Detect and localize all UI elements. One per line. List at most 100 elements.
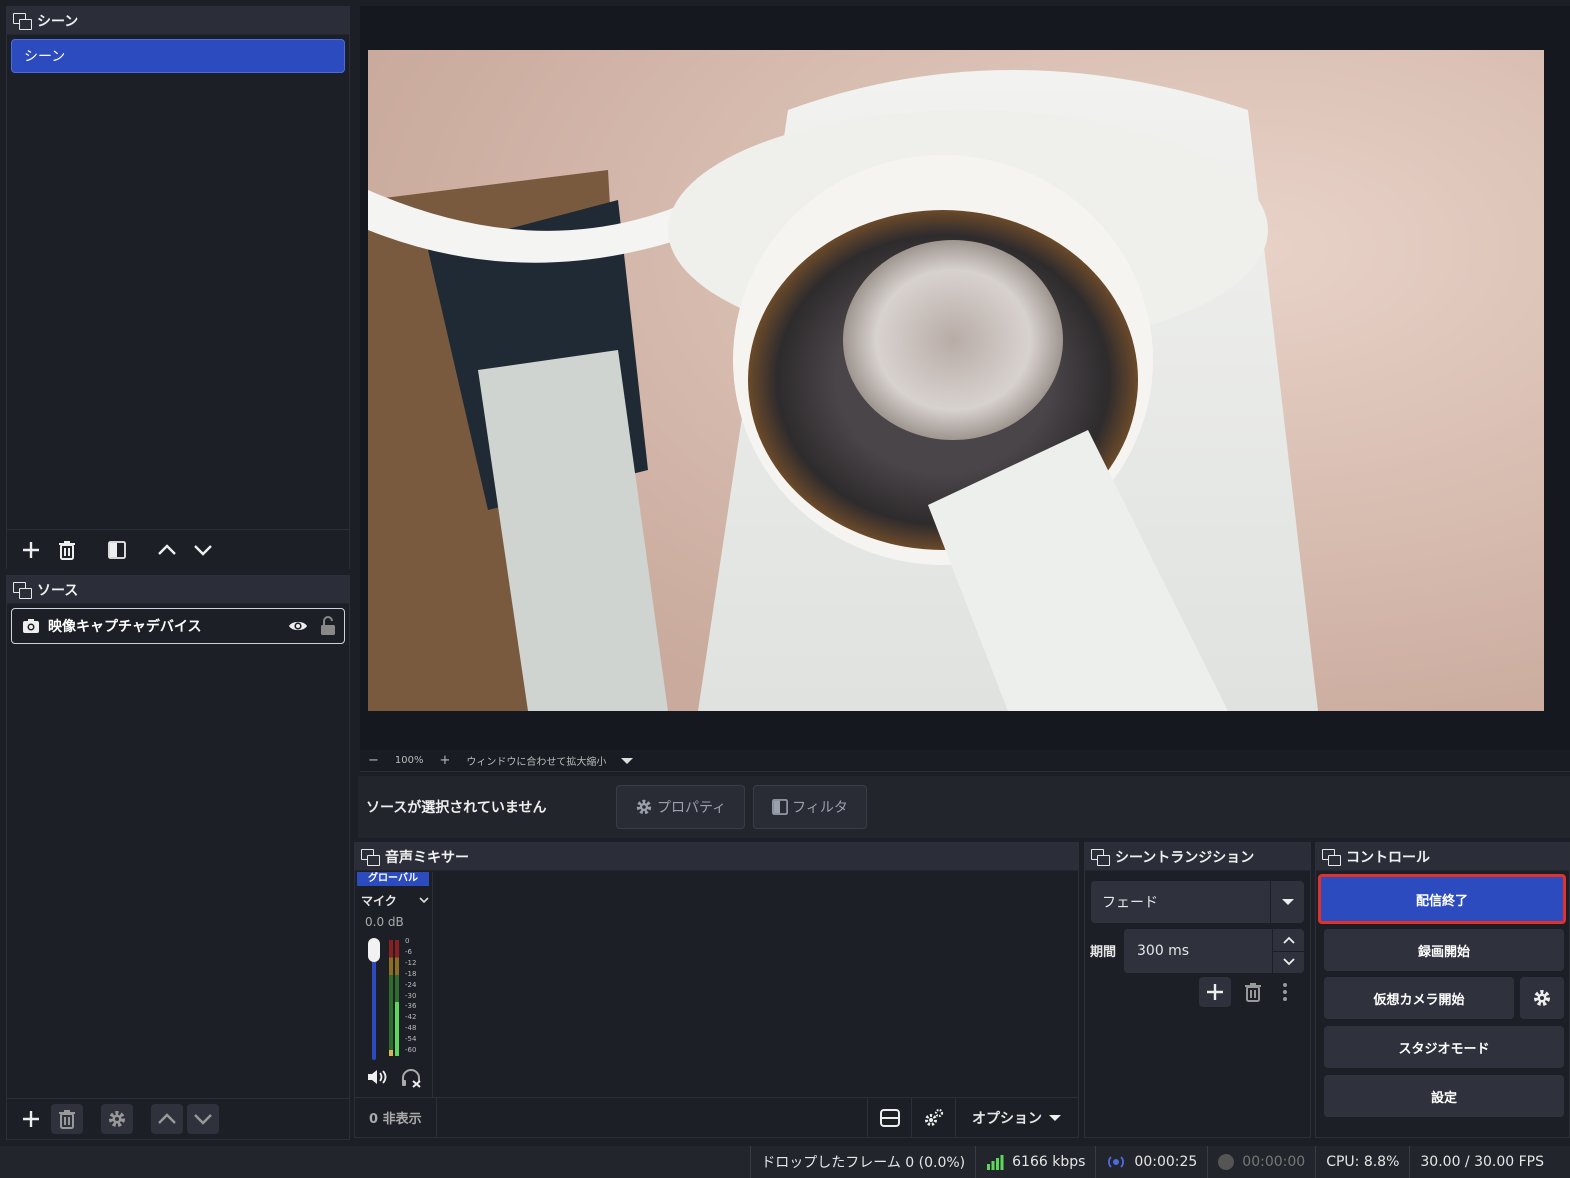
scale-tick: -12 — [405, 958, 417, 967]
add-scene-button[interactable] — [15, 535, 47, 565]
stream-time-status: 00:00:25 — [1095, 1146, 1207, 1178]
mixer-layout-button[interactable] — [867, 1097, 911, 1138]
mixer-options-button[interactable]: オプション — [955, 1097, 1078, 1138]
source-properties-button[interactable] — [101, 1103, 133, 1134]
filters-button[interactable]: フィルタ — [753, 785, 867, 829]
properties-button[interactable]: プロパティ — [616, 785, 746, 829]
filters-label: フィルタ — [792, 800, 848, 816]
scale-tick: -42 — [405, 1013, 417, 1022]
layout-icon — [879, 1108, 900, 1127]
headphones-muted-icon[interactable] — [401, 1068, 423, 1088]
scenes-panel: シーン シーン — [6, 6, 350, 569]
trash-icon — [1245, 983, 1261, 1002]
zoom-out-button[interactable]: − — [360, 753, 387, 768]
transition-selected: フェード — [1102, 895, 1158, 911]
duration-decrement[interactable] — [1273, 952, 1304, 974]
cpu-status: CPU: 8.8% — [1315, 1146, 1409, 1178]
remove-scene-button[interactable] — [51, 535, 83, 565]
properties-label: プロパティ — [657, 800, 727, 816]
dock-icon[interactable] — [1322, 848, 1341, 866]
sources-panel: ソース 映像キャプチャデバイス — [6, 575, 350, 1140]
preview-canvas[interactable] — [360, 6, 1570, 750]
signal-bars-icon — [987, 1155, 1004, 1170]
transition-title: シーントランジション — [1115, 849, 1255, 866]
speaker-icon[interactable] — [367, 1068, 389, 1086]
caret-down-icon — [1049, 1114, 1061, 1121]
plus-icon — [23, 541, 39, 558]
record-dot-icon — [1218, 1154, 1235, 1170]
zoom-in-button[interactable]: + — [432, 753, 459, 768]
lock-icon[interactable] — [320, 616, 336, 636]
eye-icon[interactable] — [288, 619, 308, 633]
virtual-camera-label: 仮想カメラ開始 — [1373, 992, 1465, 1008]
caret-down-icon — [1281, 899, 1294, 905]
filter-icon — [772, 799, 789, 815]
mixer-header: 音声ミキサー — [355, 843, 1078, 871]
sources-title: ソース — [37, 582, 79, 599]
chevron-down-icon — [194, 544, 212, 556]
move-source-down-button[interactable] — [187, 1103, 219, 1134]
plus-icon — [23, 1110, 39, 1127]
move-scene-up-button[interactable] — [151, 535, 183, 565]
transition-header: シーントランジション — [1085, 843, 1310, 871]
virtual-camera-settings-button[interactable] — [1520, 977, 1564, 1019]
transition-select[interactable]: フェード — [1091, 881, 1304, 923]
scene-item[interactable]: シーン — [11, 39, 345, 73]
studio-mode-button[interactable]: スタジオモード — [1324, 1026, 1564, 1068]
scale-tick: -60 — [405, 1046, 417, 1055]
volume-slider[interactable] — [368, 938, 380, 1060]
transition-menu-button[interactable] — [1275, 977, 1295, 1007]
chevron-up-icon — [158, 1112, 176, 1124]
record-time-text: 00:00:00 — [1242, 1154, 1306, 1170]
more-vertical-icon — [1283, 983, 1287, 1001]
start-recording-label: 録画開始 — [1417, 944, 1470, 960]
scale-tick: -24 — [405, 980, 417, 989]
duration-increment[interactable] — [1273, 929, 1304, 952]
scene-filters-button[interactable] — [101, 535, 133, 565]
scale-tick: 0 — [405, 937, 410, 945]
zoom-level: 100% — [394, 755, 424, 766]
remove-transition-button[interactable] — [1237, 977, 1269, 1007]
settings-button[interactable]: 設定 — [1324, 1075, 1564, 1117]
video-preview-image — [368, 50, 1544, 711]
cpu-text: CPU: 8.8% — [1326, 1154, 1400, 1170]
move-source-up-button[interactable] — [151, 1103, 183, 1134]
duration-spinbox[interactable]: 300 ms — [1124, 929, 1304, 973]
volume-slider-handle[interactable] — [368, 938, 380, 962]
duration-label: 期間 — [1090, 945, 1117, 960]
zoom-fit-select[interactable]: ウィンドウに合わせて拡大縮小 — [458, 753, 614, 768]
scene-transition-panel: シーントランジション フェード 期間 300 ms — [1084, 842, 1311, 1138]
dock-icon[interactable] — [361, 848, 380, 866]
move-scene-down-button[interactable] — [187, 535, 219, 565]
audio-mixer-panel: 音声ミキサー グローバル マイク 0.0 dB 0 -6 -12 -18 -24… — [354, 842, 1079, 1138]
stop-streaming-button[interactable]: 配信終了 — [1318, 874, 1566, 924]
dock-icon[interactable] — [13, 12, 32, 30]
start-recording-button[interactable]: 録画開始 — [1324, 929, 1564, 971]
dropped-frames-text: ドロップしたフレーム 0 (0.0%) — [761, 1155, 966, 1171]
start-virtual-camera-button[interactable]: 仮想カメラ開始 — [1324, 977, 1514, 1019]
scenes-toolbar — [7, 529, 349, 569]
broadcast-icon — [1108, 1156, 1125, 1168]
camera-icon — [23, 619, 39, 633]
mixer-title: 音声ミキサー — [385, 849, 469, 866]
gear-icon — [636, 799, 652, 815]
caret-down-icon[interactable] — [620, 757, 634, 765]
source-item[interactable]: 映像キャプチャデバイス — [11, 608, 345, 644]
gears-icon — [924, 1108, 943, 1126]
controls-title: コントロール — [1346, 849, 1430, 866]
add-source-button[interactable] — [15, 1104, 47, 1134]
remove-source-button[interactable] — [51, 1103, 83, 1134]
chevron-down-icon — [1282, 958, 1295, 966]
add-transition-button[interactable] — [1199, 977, 1231, 1007]
hidden-count: 0 非表示 — [355, 1098, 437, 1137]
gear-icon — [109, 1110, 125, 1127]
record-time-status: 00:00:00 — [1207, 1146, 1315, 1178]
trash-icon — [59, 1109, 75, 1129]
dock-icon[interactable] — [13, 581, 32, 599]
mixer-settings-button[interactable] — [911, 1097, 955, 1138]
dock-icon[interactable] — [1091, 848, 1110, 866]
sources-header: ソース — [7, 576, 349, 604]
scale-tick: -48 — [405, 1024, 417, 1033]
scenes-header: シーン — [7, 7, 349, 35]
chevron-down-icon[interactable] — [419, 897, 429, 904]
